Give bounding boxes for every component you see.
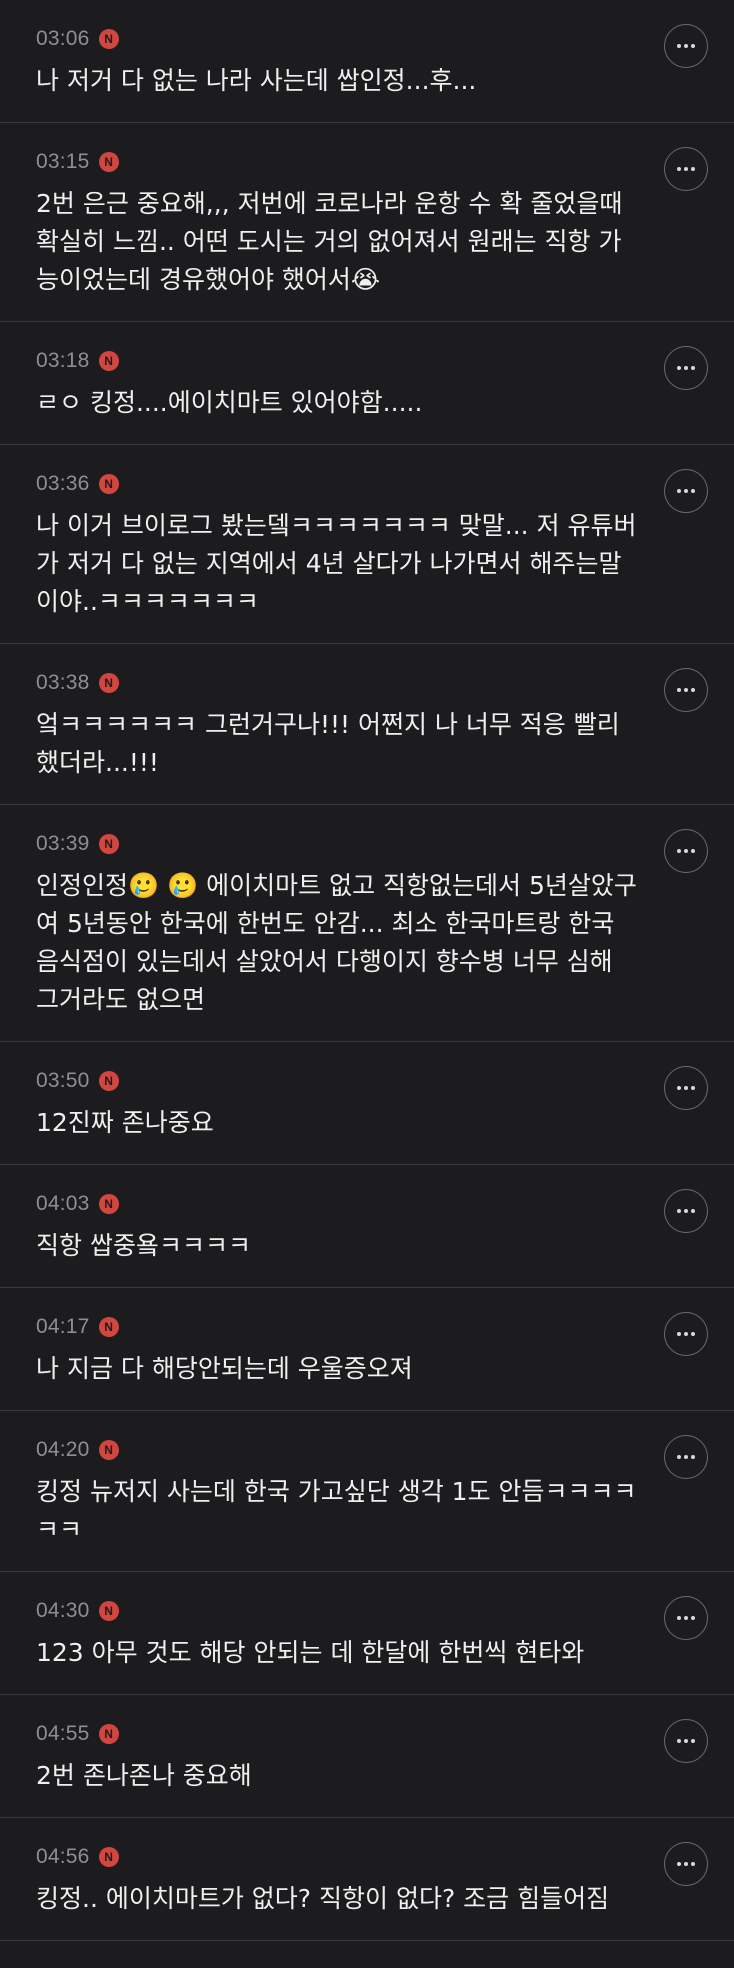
- more-options-button[interactable]: [664, 1719, 708, 1763]
- more-horizontal-icon: [677, 849, 695, 853]
- more-horizontal-icon: [677, 1739, 695, 1743]
- comment-meta: 04:55 N: [36, 1721, 638, 1747]
- more-options-button[interactable]: [664, 1435, 708, 1479]
- more-options-button[interactable]: [664, 1596, 708, 1640]
- comment-item: 04:17 N 나 지금 다 해당안되는데 우울증오져: [0, 1288, 734, 1411]
- comment-text: 나 이거 브이로그 봤는뎈ㅋㅋㅋㅋㅋㅋㅋ 맞말... 저 유튜버가 저거 다 없…: [36, 511, 637, 616]
- comment-time: 04:56: [36, 1845, 90, 1868]
- comment-meta: 03:06 N: [36, 26, 638, 52]
- more-options-button[interactable]: [664, 469, 708, 513]
- comment-text: 2번 존나존나 중요해: [36, 1761, 252, 1790]
- new-badge-icon: N: [98, 1601, 119, 1621]
- comment-text: 나 지금 다 해당안되는데 우울증오져: [36, 1354, 413, 1383]
- comment-time: 04:17: [36, 1315, 90, 1338]
- comment-time: 03:36: [36, 472, 90, 495]
- comment-list: 03:06 N 나 저거 다 없는 나라 사는데 쌉인정...후... 03:15 N 2…: [0, 0, 734, 1941]
- comment-meta: 04:20 N: [36, 1437, 638, 1463]
- comment-item: 04:20 N 킹정 뉴저지 사는데 한국 가고싶단 생각 1도 안듬ㅋㅋㅋㅋㅋㅋ: [0, 1411, 734, 1572]
- more-horizontal-icon: [677, 1332, 695, 1336]
- comment-text: 나 저거 다 없는 나라 사는데 쌉인정...후...: [36, 66, 477, 95]
- more-options-button[interactable]: [664, 24, 708, 68]
- comment-item: 04:30 N 123 아무 것도 해당 안되는 데 한달에 한번씩 현타와: [0, 1572, 734, 1695]
- more-horizontal-icon: [677, 1086, 695, 1090]
- comment-meta: 03:36 N: [36, 471, 638, 497]
- comment-meta: 04:17 N: [36, 1314, 638, 1340]
- new-badge-icon: N: [98, 351, 119, 371]
- comment-meta: 04:56 N: [36, 1844, 638, 1870]
- more-horizontal-icon: [677, 1455, 695, 1459]
- comment-time: 03:15: [36, 150, 90, 173]
- comment-text: 킹정 뉴저지 사는데 한국 가고싶단 생각 1도 안듬ㅋㅋㅋㅋㅋㅋ: [36, 1477, 637, 1544]
- more-horizontal-icon: [677, 366, 695, 370]
- comment-text: 직항 쌉중욬ㅋㅋㅋㅋ: [36, 1231, 251, 1260]
- comment-item: 03:50 N 12진짜 존나중요: [0, 1042, 734, 1165]
- comment-meta: 03:38 N: [36, 670, 638, 696]
- comment-time: 03:06: [36, 27, 90, 50]
- comment-text: ㄹㅇ 킹정....에이치마트 있어야함.....: [36, 388, 423, 417]
- comment-item: 03:39 N 인정인정🥲 🥲 에이치마트 없고 직항없는데서 5년살았구여 5년동…: [0, 805, 734, 1042]
- new-badge-icon: N: [98, 1847, 119, 1867]
- new-badge-icon: N: [98, 474, 119, 494]
- more-horizontal-icon: [677, 688, 695, 692]
- new-badge-icon: N: [98, 1317, 119, 1337]
- more-options-button[interactable]: [664, 829, 708, 873]
- new-badge-icon: N: [98, 1440, 119, 1460]
- more-horizontal-icon: [677, 44, 695, 48]
- more-options-button[interactable]: [664, 1066, 708, 1110]
- comment-time: 03:38: [36, 671, 90, 694]
- more-horizontal-icon: [677, 167, 695, 171]
- more-options-button[interactable]: [664, 1842, 708, 1886]
- more-options-button[interactable]: [664, 346, 708, 390]
- new-badge-icon: N: [98, 1194, 119, 1214]
- new-badge-icon: N: [98, 1071, 119, 1091]
- new-badge-icon: N: [98, 29, 119, 49]
- comment-time: 04:20: [36, 1438, 90, 1461]
- comment-item: 04:03 N 직항 쌉중욬ㅋㅋㅋㅋ: [0, 1165, 734, 1288]
- comment-item: 03:36 N 나 이거 브이로그 봤는뎈ㅋㅋㅋㅋㅋㅋㅋ 맞말... 저 유튜버가 …: [0, 445, 734, 644]
- comment-meta: 03:50 N: [36, 1068, 638, 1094]
- more-options-button[interactable]: [664, 147, 708, 191]
- comment-meta: 04:03 N: [36, 1191, 638, 1217]
- comment-text: 123 아무 것도 해당 안되는 데 한달에 한번씩 현타와: [36, 1638, 585, 1667]
- comment-meta: 04:30 N: [36, 1598, 638, 1624]
- more-options-button[interactable]: [664, 1312, 708, 1356]
- comment-time: 03:18: [36, 349, 90, 372]
- new-badge-icon: N: [98, 834, 119, 854]
- new-badge-icon: N: [98, 673, 119, 693]
- comment-item: 04:55 N 2번 존나존나 중요해: [0, 1695, 734, 1818]
- more-options-button[interactable]: [664, 668, 708, 712]
- comment-meta: 03:15 N: [36, 149, 638, 175]
- comment-text: 엌ㅋㅋㅋㅋㅋㅋ 그런거구나!!! 어쩐지 나 너무 적응 빨리 했더라...!!…: [36, 710, 620, 777]
- comment-text: 킹정.. 에이치마트가 없다? 직항이 없다? 조금 힘들어짐: [36, 1884, 610, 1913]
- comment-meta: 03:39 N: [36, 831, 638, 857]
- comment-time: 04:55: [36, 1722, 90, 1745]
- comment-item: 03:18 N ㄹㅇ 킹정....에이치마트 있어야함.....: [0, 322, 734, 445]
- comment-time: 04:30: [36, 1599, 90, 1622]
- comment-time: 03:39: [36, 832, 90, 855]
- comment-item: 03:06 N 나 저거 다 없는 나라 사는데 쌉인정...후...: [0, 0, 734, 123]
- new-badge-icon: N: [98, 152, 119, 172]
- comment-item: 03:38 N 엌ㅋㅋㅋㅋㅋㅋ 그런거구나!!! 어쩐지 나 너무 적응 빨리 했더…: [0, 644, 734, 805]
- comment-meta: 03:18 N: [36, 348, 638, 374]
- more-options-button[interactable]: [664, 1189, 708, 1233]
- comment-item: 04:56 N 킹정.. 에이치마트가 없다? 직항이 없다? 조금 힘들어짐: [0, 1818, 734, 1941]
- comment-text: 인정인정🥲 🥲 에이치마트 없고 직항없는데서 5년살았구여 5년동안 한국에 …: [36, 871, 637, 1014]
- more-horizontal-icon: [677, 489, 695, 493]
- more-horizontal-icon: [677, 1862, 695, 1866]
- comment-text: 2번 은근 중요해,,, 저번에 코로나라 운항 수 확 줄었을때 확실히 느낌…: [36, 189, 623, 294]
- comment-item: 03:15 N 2번 은근 중요해,,, 저번에 코로나라 운항 수 확 줄었을때 …: [0, 123, 734, 322]
- comment-text: 12진짜 존나중요: [36, 1108, 214, 1137]
- more-horizontal-icon: [677, 1616, 695, 1620]
- comment-time: 04:03: [36, 1192, 90, 1215]
- new-badge-icon: N: [98, 1724, 119, 1744]
- more-horizontal-icon: [677, 1209, 695, 1213]
- comment-time: 03:50: [36, 1069, 90, 1092]
